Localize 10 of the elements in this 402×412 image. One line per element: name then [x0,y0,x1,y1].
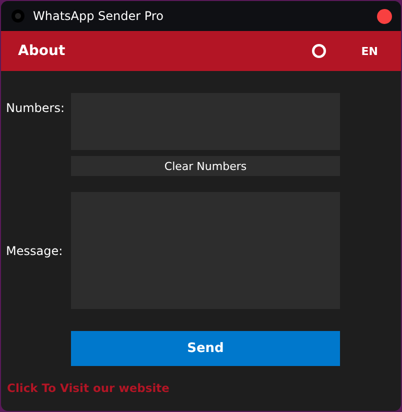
language-button[interactable]: EN [361,44,378,58]
theme-toggle-icon[interactable] [311,43,328,59]
app-icon [11,9,25,23]
close-button[interactable] [377,8,392,24]
numbers-label: Numbers: [5,101,66,115]
window-title: WhatsApp Sender Pro [33,9,164,23]
clear-numbers-button[interactable]: Clear Numbers [71,156,340,176]
about-tab[interactable]: About [18,43,312,59]
message-label: Message: [5,244,64,258]
send-button[interactable]: Send [71,331,340,366]
